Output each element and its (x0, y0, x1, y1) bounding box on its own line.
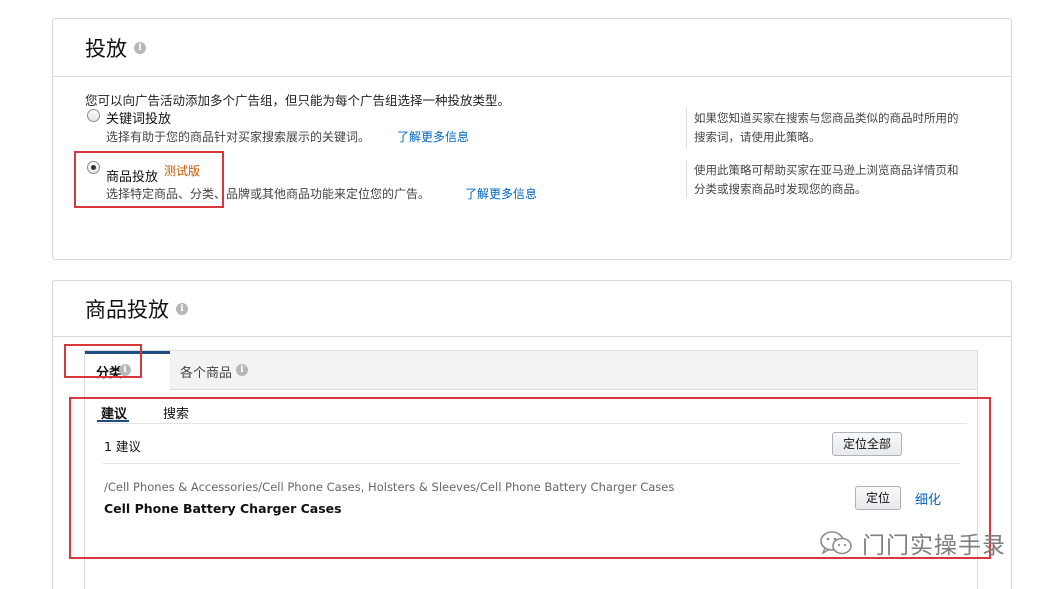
tab-individual-products-label[interactable]: 各个商品 (180, 362, 232, 381)
keyword-help-text-1: 如果您知道买家在搜索与您商品类似的商品时所用的 (694, 111, 959, 125)
keyword-help-text-2: 搜索词，请使用此策略。 (694, 130, 821, 144)
keyword-learn-more-link[interactable]: 了解更多信息 (397, 128, 469, 145)
product-learn-more-link[interactable]: 了解更多信息 (465, 185, 537, 202)
watermark: 门门实操手录 (818, 526, 1006, 560)
product-targeting-panel-title: 商品投放 (85, 297, 169, 322)
keyword-targeting-description: 选择有助于您的商品针对买家搜索展示的关键词。 (106, 130, 371, 144)
product-targeting-panel-header: 商品投放 i (53, 281, 1011, 337)
targeting-intro: 您可以向广告活动添加多个广告组，但只能为每个广告组选择一种投放类型。 (85, 93, 511, 108)
targeting-panel-header: 投放 i (53, 19, 1011, 77)
targeting-panel-title: 投放 (85, 36, 127, 61)
product-help-text-2: 分类或搜索商品时发现您的商品。 (694, 182, 867, 196)
info-icon[interactable]: i (176, 302, 188, 315)
product-help-text-1: 使用此策略可帮助买家在亚马逊上浏览商品详情页和 (694, 163, 959, 177)
keyword-targeting-label[interactable]: 关键词投放 (106, 108, 171, 127)
highlight-box-product-option (74, 151, 224, 208)
wechat-icon (820, 531, 852, 555)
watermark-text: 门门实操手录 (862, 533, 1006, 559)
info-icon[interactable]: i (134, 41, 146, 54)
info-icon[interactable]: i (236, 364, 248, 376)
help-divider-1 (686, 108, 687, 148)
highlight-box-category-tab (64, 344, 142, 378)
keyword-targeting-radio[interactable] (87, 109, 100, 122)
help-divider-2 (686, 160, 687, 198)
